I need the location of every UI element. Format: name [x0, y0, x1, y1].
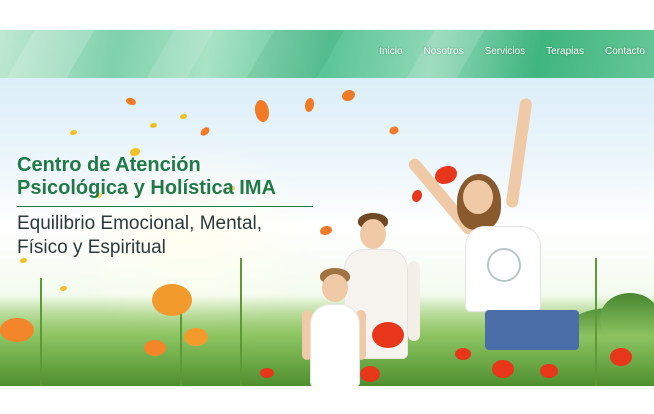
- nav-link-nosotros[interactable]: Nosotros: [424, 46, 464, 57]
- father-arm: [408, 261, 420, 341]
- mother-jeans: [485, 310, 579, 350]
- red-poppy: [492, 360, 514, 378]
- nav-link-servicios[interactable]: Servicios: [485, 46, 526, 57]
- peace-sign-print: [487, 248, 521, 282]
- flying-petal: [305, 98, 314, 112]
- flying-petal: [150, 123, 157, 128]
- nav-decor-facet: [239, 30, 351, 78]
- nav-menu: Inicio Nosotros Servicios Terapias Conta…: [358, 46, 645, 57]
- flying-petal: [180, 114, 187, 119]
- flying-petal: [251, 98, 273, 124]
- nav-decor-facet: [139, 30, 221, 78]
- flying-petal: [412, 190, 422, 202]
- flower-stem: [240, 258, 242, 386]
- mother-right-arm: [505, 97, 533, 209]
- flying-petal: [198, 125, 212, 138]
- top-navigation-bar: Inicio Nosotros Servicios Terapias Conta…: [0, 30, 654, 78]
- red-poppy: [455, 348, 471, 360]
- nav-link-contacto[interactable]: Contacto: [605, 46, 645, 57]
- child-shirt: [310, 304, 360, 386]
- red-poppy: [360, 366, 380, 382]
- orange-flower: [184, 328, 208, 346]
- hero-subtitle-line1: Equilibrio Emocional, Mental,: [17, 213, 263, 234]
- red-poppy: [540, 364, 558, 378]
- flying-petal: [60, 286, 67, 291]
- flying-petal: [320, 226, 332, 235]
- hero-subtitle-line2: Físico y Espiritual: [17, 237, 166, 258]
- nav-decor-facet: [0, 30, 101, 78]
- orange-flower: [144, 340, 166, 356]
- father-head: [360, 219, 386, 249]
- hero-title-line2: Psicológica y Holística IMA: [17, 177, 276, 199]
- red-poppy: [372, 322, 404, 348]
- title-divider: [17, 206, 313, 207]
- flying-petal: [435, 166, 457, 184]
- orange-flower: [152, 284, 192, 316]
- flying-petal: [124, 95, 138, 108]
- mother-head: [463, 180, 493, 214]
- flower-stem: [40, 278, 42, 386]
- flying-petal: [342, 90, 355, 101]
- hero-banner: Centro de Atención Psicológica y Holísti…: [0, 78, 654, 386]
- red-poppy: [260, 368, 274, 378]
- red-poppy: [610, 348, 632, 366]
- flying-petal: [70, 130, 77, 135]
- nav-link-terapias[interactable]: Terapias: [546, 46, 584, 57]
- nav-link-inicio[interactable]: Inicio: [379, 46, 402, 57]
- hero-title-line1: Centro de Atención: [17, 154, 201, 176]
- child-head: [322, 274, 348, 302]
- flower-stem: [595, 258, 597, 386]
- orange-flower: [0, 318, 34, 342]
- flying-petal: [388, 124, 400, 137]
- hero-text-block: Centro de Atención Psicológica y Holísti…: [17, 154, 313, 260]
